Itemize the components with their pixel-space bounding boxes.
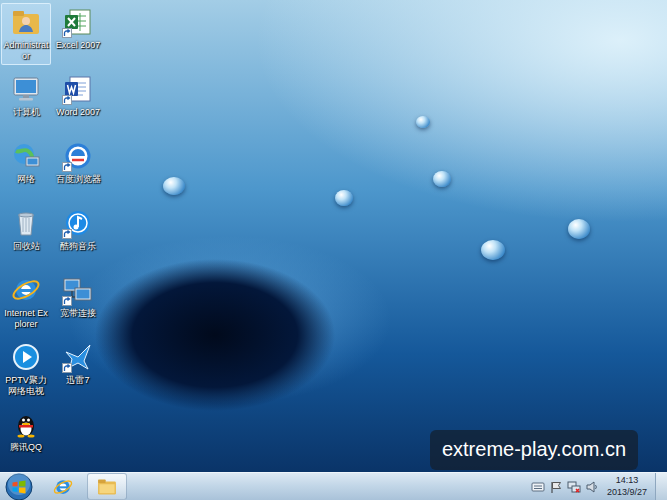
icon-image [10,140,42,172]
computer-icon [10,73,42,105]
clock[interactable]: 14:13 2013/9/27 [603,475,651,498]
desktop-icon[interactable]: PPTV聚力 网络电视 [1,338,51,400]
clock-date: 2013/9/27 [607,487,647,498]
icon-image [10,408,42,440]
clock-time: 14:13 [607,475,647,486]
desktop-icon[interactable]: 回收站 [1,204,51,255]
qq-penguin-icon [10,408,42,440]
water-drop [481,240,505,260]
desktop: Administrator 计算机网络回收站 Internet Explorer PP… [0,0,667,472]
icon-label: Word 2007 [54,107,102,118]
icon-label: 回收站 [2,241,50,252]
water-drop [416,116,430,128]
desktop-icon[interactable]: 网络 [1,137,51,188]
shortcut-arrow-icon [63,230,71,238]
keyboard-icon[interactable] [531,480,545,494]
explorer-taskbar-button[interactable] [87,473,127,500]
icon-image [10,274,42,306]
icon-image [62,207,94,239]
icon-label: 网络 [2,174,50,185]
icon-label: Excel 2007 [54,40,102,51]
desktop-icon[interactable]: 宽带连接 [53,271,103,322]
icon-image [10,6,42,38]
internet-explorer-icon [10,274,42,306]
desktop-icon[interactable]: 迅雷7 [53,338,103,389]
recycle-bin-icon [10,207,42,239]
shortcut-overlay [62,95,72,105]
icon-label: 酷狗音乐 [54,241,102,252]
desktop-icon[interactable]: 腾讯QQ [1,405,51,456]
shortcut-overlay [62,363,72,373]
shortcut-overlay [62,162,72,172]
network-icon[interactable] [567,480,581,494]
shortcut-arrow-icon [63,163,71,171]
water-drop [433,171,451,187]
shortcut-overlay [62,296,72,306]
watermark: extreme-play.com.cn [430,430,638,470]
show-desktop-button[interactable] [655,473,667,500]
desktop-icon[interactable]: 酷狗音乐 [53,204,103,255]
shortcut-arrow-icon [63,297,71,305]
shortcut-arrow-icon [63,364,71,372]
icon-label: 计算机 [2,107,50,118]
icon-image [62,140,94,172]
desktop-icon[interactable]: 百度浏览器 [53,137,103,188]
start-button[interactable] [5,473,33,500]
action-center-flag-icon[interactable] [549,480,563,494]
desktop-icon[interactable]: Administrator [1,3,51,65]
water-drop [163,177,185,195]
water-drop [335,190,353,206]
shortcut-overlay [62,28,72,38]
desktop-icons: Administrator 计算机网络回收站 Internet Explorer PP… [0,0,667,472]
volume-icon[interactable] [585,480,599,494]
desktop-screen: Administrator 计算机网络回收站 Internet Explorer PP… [0,0,667,500]
icon-image [62,341,94,373]
icon-image [62,274,94,306]
folder-icon [96,476,118,498]
shortcut-arrow-icon [63,29,71,37]
icon-label: 宽带连接 [54,308,102,319]
icon-label: Internet Explorer [2,308,50,330]
icon-label: 迅雷7 [54,375,102,386]
water-drop [568,219,590,239]
ie-taskbar-button[interactable] [43,473,83,500]
icon-label: Administrator [2,40,50,62]
network-globe-icon [10,140,42,172]
icon-image [10,341,42,373]
user-folder-icon [10,6,42,38]
icon-image [62,73,94,105]
icon-label: 腾讯QQ [2,442,50,453]
icon-image [10,207,42,239]
windows-logo-icon [5,473,33,500]
internet-explorer-icon [52,476,74,498]
icon-image [10,73,42,105]
desktop-icon[interactable]: Word 2007 [53,70,103,121]
pptv-icon [10,341,42,373]
desktop-icon[interactable]: 计算机 [1,70,51,121]
icon-label: 百度浏览器 [54,174,102,185]
icon-label: PPTV聚力 网络电视 [2,375,50,397]
shortcut-arrow-icon [63,96,71,104]
icon-image [62,6,94,38]
shortcut-overlay [62,229,72,239]
taskbar: 14:13 2013/9/27 [0,472,667,500]
system-tray: 14:13 2013/9/27 [531,473,667,500]
desktop-icon[interactable]: Internet Explorer [1,271,51,333]
desktop-icon[interactable]: Excel 2007 [53,3,103,54]
